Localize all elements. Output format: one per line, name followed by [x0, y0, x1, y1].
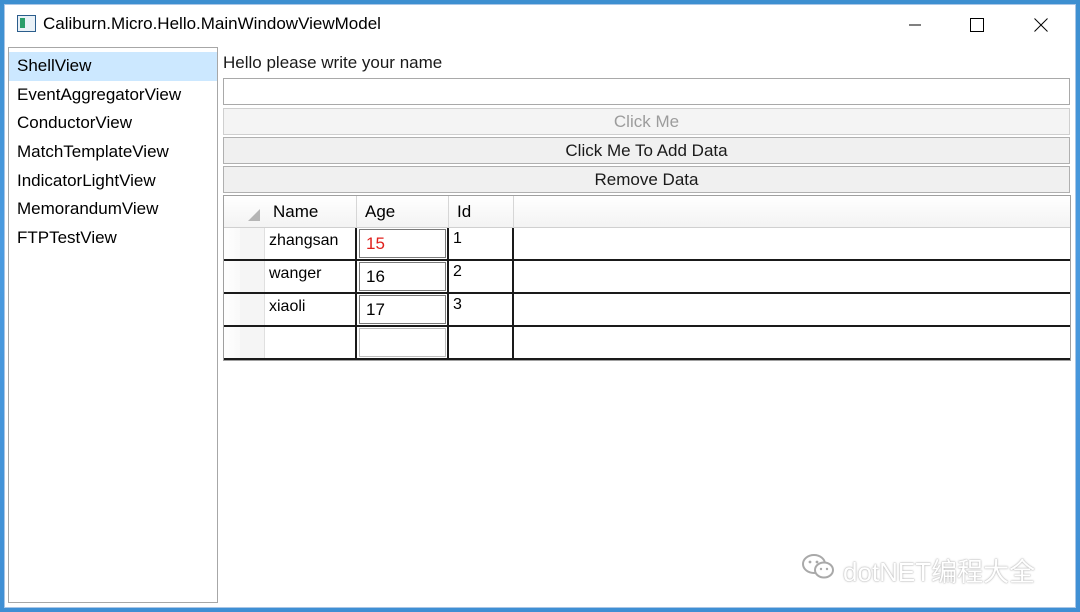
wechat-icon — [801, 553, 835, 588]
age-cell[interactable] — [357, 294, 449, 325]
maximize-button[interactable] — [953, 5, 1001, 45]
age-input[interactable] — [359, 262, 446, 291]
app-icon[interactable] — [17, 15, 36, 32]
name-cell[interactable]: wanger — [265, 261, 357, 292]
row-header[interactable] — [224, 294, 265, 325]
age-input[interactable] — [359, 328, 446, 357]
sidebar-item-ftptestview[interactable]: FTPTestView — [9, 224, 217, 253]
id-cell[interactable]: 2 — [449, 261, 514, 292]
table-row[interactable]: wanger 2 — [224, 261, 1070, 294]
select-all-corner[interactable] — [224, 196, 265, 228]
age-cell[interactable] — [357, 327, 449, 358]
minimize-icon — [909, 24, 921, 26]
close-icon — [1034, 18, 1048, 32]
sidebar-item-shellview[interactable]: ShellView — [9, 52, 217, 81]
sidebar-item-eventaggregatorview[interactable]: EventAggregatorView — [9, 81, 217, 110]
greeting-label: Hello please write your name — [223, 53, 443, 72]
remove-data-button[interactable]: Remove Data — [223, 166, 1070, 193]
add-data-button[interactable]: Click Me To Add Data — [223, 137, 1070, 164]
sidebar-item-memorandumview[interactable]: MemorandumView — [9, 195, 217, 224]
column-header-name[interactable]: Name — [265, 196, 357, 228]
minimize-button[interactable] — [891, 5, 939, 45]
data-grid: Name Age Id zhangsan 1 wanger 2 — [223, 195, 1071, 361]
sidebar-item-matchtemplateview[interactable]: MatchTemplateView — [9, 138, 217, 167]
table-row[interactable]: xiaoli 3 — [224, 294, 1070, 327]
name-cell[interactable]: xiaoli — [265, 294, 357, 325]
name-cell[interactable]: zhangsan — [265, 228, 357, 259]
main-window: Caliburn.Micro.Hello.MainWindowViewModel… — [4, 4, 1076, 608]
id-cell[interactable]: 1 — [449, 228, 514, 259]
age-input[interactable] — [359, 229, 446, 258]
row-header[interactable] — [224, 327, 265, 358]
click-me-button[interactable]: Click Me — [223, 108, 1070, 135]
column-header-age[interactable]: Age — [357, 196, 449, 228]
id-cell[interactable]: 3 — [449, 294, 514, 325]
age-cell[interactable] — [357, 261, 449, 292]
row-header[interactable] — [224, 261, 265, 292]
sidebar-nav-list: ShellView EventAggregatorView ConductorV… — [8, 47, 218, 603]
sidebar-item-indicatorlightview[interactable]: IndicatorLightView — [9, 167, 217, 196]
column-header-id[interactable]: Id — [449, 196, 514, 228]
table-row[interactable]: zhangsan 1 — [224, 228, 1070, 261]
window-title: Caliburn.Micro.Hello.MainWindowViewModel — [43, 14, 381, 33]
id-cell[interactable] — [449, 327, 514, 358]
watermark-text: dotNET编程大全 — [843, 557, 1036, 587]
grid-header: Name Age Id — [224, 196, 1070, 228]
maximize-icon — [970, 18, 984, 32]
name-input[interactable] — [223, 78, 1070, 105]
age-cell[interactable] — [357, 228, 449, 259]
shell-view-content: Hello please write your name Click Me Cl… — [222, 47, 1073, 603]
title-bar[interactable]: Caliburn.Micro.Hello.MainWindowViewModel — [5, 5, 1075, 45]
sidebar-item-conductorview[interactable]: ConductorView — [9, 109, 217, 138]
name-cell[interactable] — [265, 327, 357, 358]
watermark: dotNET编程大全 — [801, 552, 1035, 589]
table-row-new[interactable] — [224, 327, 1070, 360]
age-input[interactable] — [359, 295, 446, 324]
row-header[interactable] — [224, 228, 265, 259]
close-button[interactable] — [1017, 5, 1065, 45]
